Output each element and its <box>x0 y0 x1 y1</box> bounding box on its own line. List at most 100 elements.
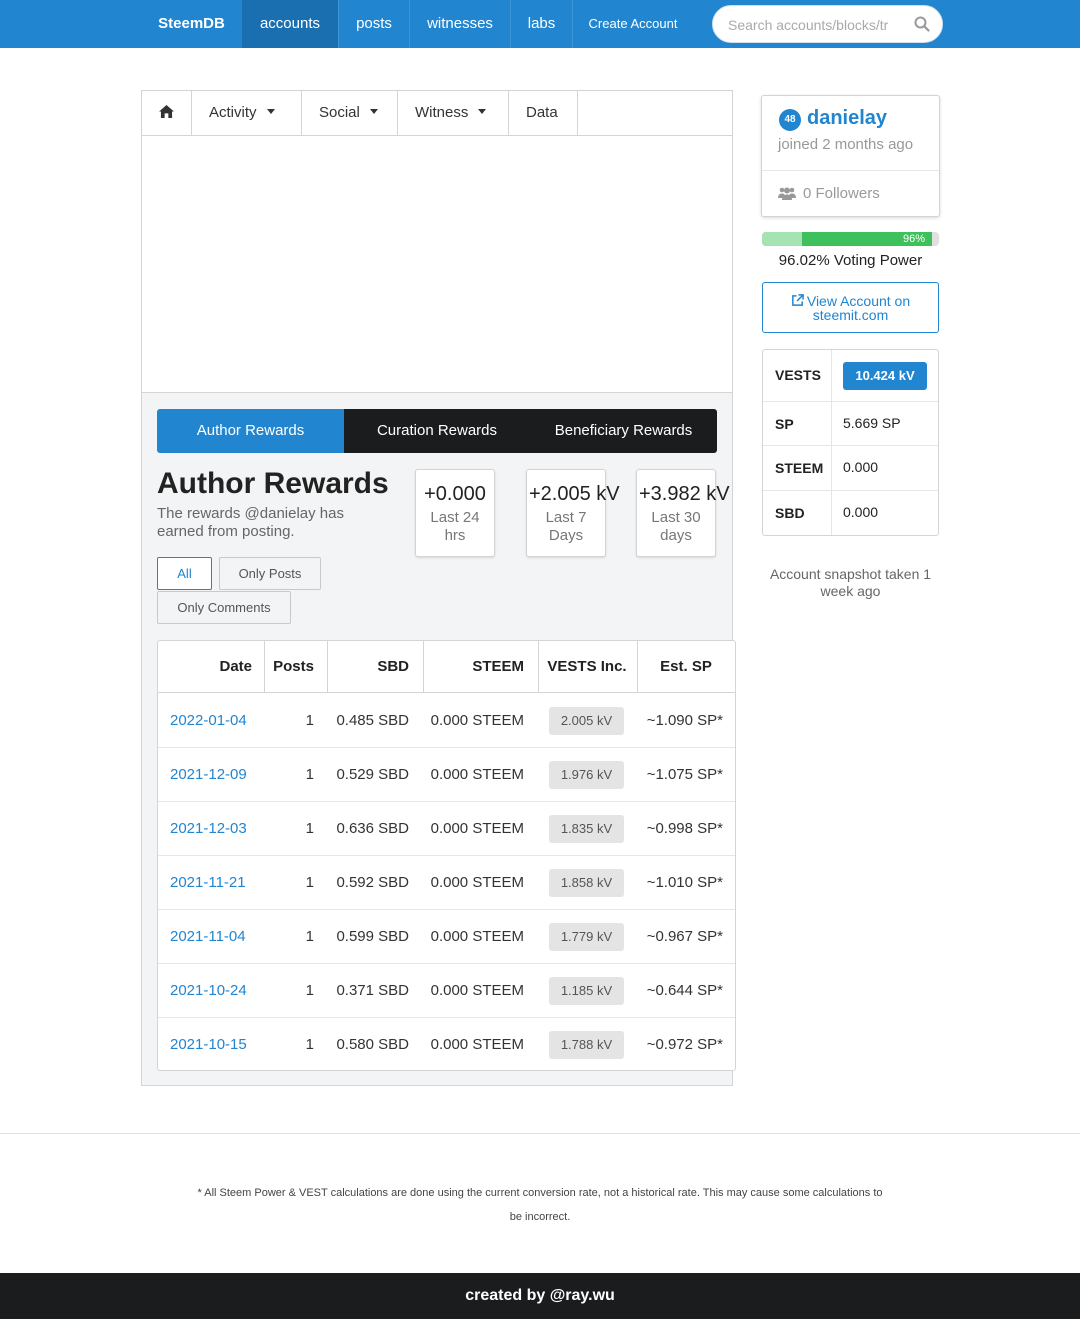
chart-area <box>142 136 732 393</box>
row-est-sp: ~0.644 SP* <box>646 982 723 999</box>
nav-witnesses[interactable]: witnesses <box>410 0 510 48</box>
view-on-steemit-button[interactable]: View Account on steemit.com <box>762 282 939 333</box>
filter-only-comments-button[interactable]: Only Comments <box>157 591 291 624</box>
reputation-badge: 48 <box>779 109 801 131</box>
row-date-link[interactable]: 2021-10-15 <box>170 1018 247 1072</box>
filter-only-posts-button[interactable]: Only Posts <box>219 557 321 590</box>
tab-witness[interactable]: Witness <box>398 91 509 135</box>
balance-row-sbd: SBD 0.000 <box>763 491 938 535</box>
balance-value: 0.000 <box>843 504 879 520</box>
row-vests-badge: 1.976 kV <box>549 761 624 789</box>
tab-curation-rewards[interactable]: Curation Rewards <box>344 409 530 453</box>
tab-data[interactable]: Data <box>509 91 578 135</box>
row-est-sp: ~1.010 SP* <box>646 874 723 891</box>
row-vests-badge: 1.788 kV <box>549 1031 624 1059</box>
filter-all-button[interactable]: All <box>157 557 212 590</box>
external-link-icon <box>791 294 804 306</box>
table-row: 2021-11-04 1 0.599 SBD 0.000 STEEM 1.779… <box>158 910 735 964</box>
col-vests[interactable]: VESTS Inc. <box>538 641 636 693</box>
tab-label: Activity <box>209 104 257 121</box>
credit-bar: created by @ray.wu <box>0 1273 1080 1319</box>
balance-value: 5.669 SP <box>843 415 901 431</box>
row-date-link[interactable]: 2021-12-09 <box>170 748 247 802</box>
col-sbd[interactable]: SBD <box>327 641 409 693</box>
table-row: 2021-10-15 1 0.580 SBD 0.000 STEEM 1.788… <box>158 1018 735 1072</box>
users-icon <box>778 187 796 200</box>
col-date[interactable]: Date <box>158 641 252 693</box>
row-posts: 1 <box>305 820 314 837</box>
caret-down-icon <box>478 108 487 114</box>
tab-home[interactable] <box>142 91 192 135</box>
search-icon[interactable] <box>914 16 930 32</box>
section-title: Author Rewards <box>157 467 389 500</box>
row-posts: 1 <box>305 1036 314 1053</box>
row-steem: 0.000 STEEM <box>430 928 524 945</box>
table-row: 2021-12-03 1 0.636 SBD 0.000 STEEM 1.835… <box>158 802 735 856</box>
row-est-sp: ~0.967 SP* <box>646 928 723 945</box>
tab-author-rewards[interactable]: Author Rewards <box>157 409 344 453</box>
row-vests-badge: 1.858 kV <box>549 869 624 897</box>
row-date-link[interactable]: 2021-11-21 <box>170 856 246 910</box>
stat-label: Last 7 Days <box>545 509 587 544</box>
nav-accounts[interactable]: accounts <box>242 0 338 48</box>
row-posts: 1 <box>305 712 314 729</box>
col-posts[interactable]: Posts <box>264 641 314 693</box>
row-vests-badge: 1.185 kV <box>549 977 624 1005</box>
row-sbd: 0.371 SBD <box>336 982 409 999</box>
account-tab-bar: Activity Social Witness Data <box>142 91 732 136</box>
table-row: 2021-12-09 1 0.529 SBD 0.000 STEEM 1.976… <box>158 748 735 802</box>
col-est-sp[interactable]: Est. SP <box>637 641 735 693</box>
row-steem: 0.000 STEEM <box>430 712 524 729</box>
row-sbd: 0.599 SBD <box>336 928 409 945</box>
joined-date: joined 2 months ago <box>778 136 914 153</box>
row-vests-badge: 1.835 kV <box>549 815 624 843</box>
col-steem[interactable]: STEEM <box>423 641 524 693</box>
row-date-link[interactable]: 2021-11-04 <box>170 910 246 964</box>
row-steem: 0.000 STEEM <box>430 982 524 999</box>
vests-badge[interactable]: 10.424 kV <box>843 362 927 390</box>
nav-posts[interactable]: posts <box>339 0 409 48</box>
table-row: 2021-10-24 1 0.371 SBD 0.000 STEEM 1.185… <box>158 964 735 1018</box>
stat-value: +2.005 kV <box>529 483 620 505</box>
balance-key: STEEM <box>775 460 824 476</box>
brand-link[interactable]: SteemDB <box>141 0 242 48</box>
voting-power-percent: 96% <box>902 233 925 245</box>
balance-key: VESTS <box>775 367 821 383</box>
home-icon <box>159 105 174 118</box>
stat-value: +0.000 <box>424 483 486 505</box>
card-divider <box>762 170 939 171</box>
followers-count[interactable]: 0 Followers <box>803 185 880 202</box>
row-posts: 1 <box>305 928 314 945</box>
voting-power-fill-highlight <box>762 232 802 246</box>
stat-label: Last 30 days <box>651 509 701 544</box>
nav-labs[interactable]: labs <box>511 0 572 48</box>
balance-row-sp: SP 5.669 SP <box>763 402 938 446</box>
stat-last-7d: +2.005 kV Last 7 Days <box>526 469 620 557</box>
row-sbd: 0.592 SBD <box>336 874 409 891</box>
row-date-link[interactable]: 2021-12-03 <box>170 802 247 856</box>
tab-social[interactable]: Social <box>302 91 398 135</box>
tab-activity[interactable]: Activity <box>192 91 302 135</box>
row-date-link[interactable]: 2021-10-24 <box>170 964 247 1018</box>
row-steem: 0.000 STEEM <box>430 1036 524 1053</box>
section-description: The rewards @danielay has earned from po… <box>157 505 344 540</box>
author-rewards-table: Date Posts SBD STEEM VESTS Inc. Est. SP … <box>157 640 736 1071</box>
row-steem: 0.000 STEEM <box>430 766 524 783</box>
balances-table: VESTS 10.424 kV SP 5.669 SP STEEM 0.000 … <box>762 349 939 536</box>
row-vests-badge: 1.779 kV <box>549 923 624 951</box>
voting-power-text: 96.02% Voting Power <box>778 252 923 269</box>
credit-link[interactable]: created by @ray.wu <box>465 1287 615 1304</box>
search-input[interactable] <box>728 15 904 35</box>
row-est-sp: ~1.075 SP* <box>646 766 723 783</box>
row-date-link[interactable]: 2022-01-04 <box>170 694 247 748</box>
tab-beneficiary-rewards[interactable]: Beneficiary Rewards <box>530 409 717 453</box>
profile-card: 48 danielay joined 2 months ago 0 Follow… <box>761 95 940 217</box>
tab-label: Social <box>319 104 360 121</box>
balance-value: 0.000 <box>843 459 879 475</box>
row-vests-badge: 2.005 kV <box>549 707 624 735</box>
stat-last-30d: +3.982 kV Last 30 days <box>636 469 730 557</box>
username-link[interactable]: danielay <box>807 107 887 130</box>
row-est-sp: ~0.998 SP* <box>646 820 723 837</box>
row-sbd: 0.580 SBD <box>336 1036 409 1053</box>
create-account-link[interactable]: Create Account <box>573 0 693 48</box>
